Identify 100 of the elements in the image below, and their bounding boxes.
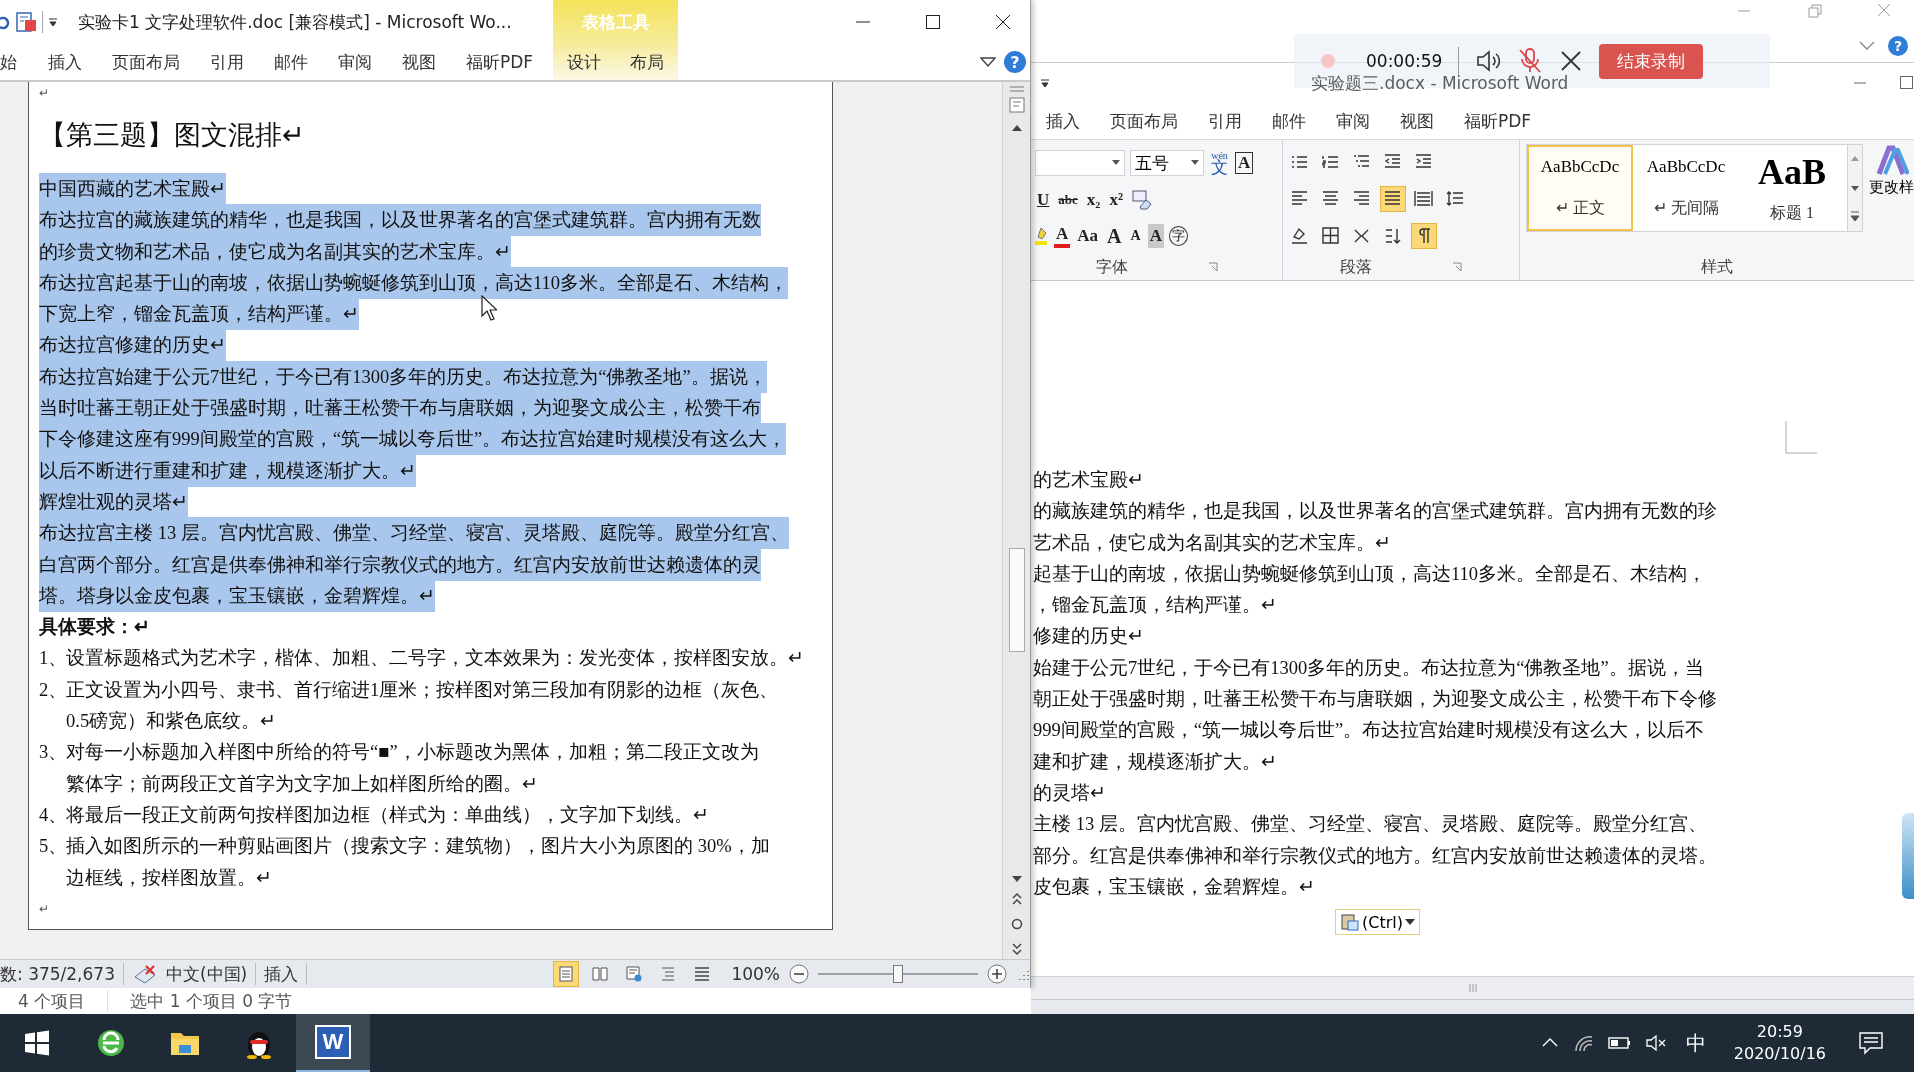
view-icon xyxy=(625,965,644,983)
highlighter-icon[interactable] xyxy=(1035,225,1049,247)
ribbon-tab[interactable]: 页面布局 xyxy=(97,50,195,74)
word-logo: W xyxy=(315,1025,351,1059)
dropdown-icon[interactable] xyxy=(1039,77,1051,89)
ribbon-tab[interactable]: 视图 xyxy=(1385,109,1449,133)
notification-icon[interactable] xyxy=(1858,1031,1884,1055)
ribbon-tab[interactable]: 设计 xyxy=(563,50,606,74)
ribbon-tab[interactable]: 插入 xyxy=(1031,109,1095,133)
chevron-icon[interactable] xyxy=(980,56,996,68)
text-line: 对每一小标题加入样图中所给的符号“■”，小标题改为黑体，加粗；第二段正文改为 xyxy=(66,741,759,765)
style-option[interactable]: AaBbCcDc ↵ 正文 xyxy=(1527,145,1633,231)
microphone-icon[interactable] xyxy=(1517,47,1544,75)
text-line: 插入如图所示的一种剪贴画图片（搜索文字：建筑物），图片大小为原图的 30%，加 xyxy=(66,835,770,859)
insert-mode-status[interactable]: 插入 xyxy=(264,962,299,986)
help-button[interactable]: ? xyxy=(1888,36,1908,56)
list-number: 4、 xyxy=(39,803,66,827)
text-line: 的灵塔↵ xyxy=(1033,782,1106,803)
dialog-launcher-icon[interactable] xyxy=(1207,262,1218,272)
grip-icon[interactable] xyxy=(1467,983,1478,993)
group-label: 字体 xyxy=(1095,256,1128,278)
text-line: 设置标题格式为艺术字，楷体、加粗、二号字，文本效果为：发光变体，按样图安放。↵ xyxy=(66,647,804,671)
ribbon-tab[interactable]: 福昕PDF xyxy=(1449,109,1547,133)
text-line: 艺术品，使它成为名副其实的艺术宝库。↵ xyxy=(1033,532,1391,553)
format-button[interactable]: A xyxy=(1054,224,1071,248)
ribbon-tab[interactable]: 引用 xyxy=(1193,109,1257,133)
speaker-icon[interactable] xyxy=(1475,49,1502,73)
list-number: 5、 xyxy=(39,835,66,859)
text-line: 朝正处于强盛时期，吐蕃王松赞干布与唐联姻，为迎娶文成公主，松赞干布下令修 xyxy=(1033,689,1717,710)
ribbon-tab[interactable]: 邮件 xyxy=(1257,109,1321,133)
format-button[interactable]: A xyxy=(1105,224,1124,248)
input-method-indicator[interactable]: 中 xyxy=(1685,1029,1706,1057)
justify-icon[interactable] xyxy=(1380,186,1407,212)
format-button[interactable]: A xyxy=(1128,224,1143,248)
proofing-icon[interactable] xyxy=(132,963,158,985)
ribbon-tab[interactable]: 插入 xyxy=(33,50,97,74)
document-heading: 【第三题】图文混排↵ xyxy=(39,119,306,152)
ribbon-tab[interactable]: 视图 xyxy=(387,50,451,74)
selection-status: 选中 1 个项目 0 字节 xyxy=(130,989,293,1013)
window-title: 实验题三.docx - Microsoft Word xyxy=(1311,71,1569,95)
dialog-launcher-icon[interactable] xyxy=(1452,262,1463,272)
language-status[interactable]: 中文(中国) xyxy=(166,962,248,986)
battery-icon[interactable] xyxy=(1607,1035,1632,1051)
dropdown-icon[interactable] xyxy=(47,16,59,28)
item-count: 4 个项目 xyxy=(18,989,86,1013)
format-button[interactable]: x² xyxy=(1107,188,1125,212)
recording-timer: 00:00:59 xyxy=(1366,51,1443,71)
format-button[interactable]: A xyxy=(1147,224,1164,248)
view-button[interactable] xyxy=(553,961,580,987)
scroll-thumb[interactable] xyxy=(1008,548,1025,652)
show-marks-icon[interactable] xyxy=(1411,222,1438,249)
zoom-in-icon[interactable] xyxy=(986,963,1008,985)
group-label: 样式 xyxy=(1701,256,1733,278)
ribbon-tab[interactable]: 邮件 xyxy=(259,50,323,74)
font-size-field[interactable]: 五号 xyxy=(1130,150,1204,176)
taskbar-button[interactable]: W xyxy=(296,1014,370,1072)
text-line: 繁体字；前两段正文首字为文字加上如样图所给的圈。↵ xyxy=(66,772,538,796)
eraser-icon[interactable] xyxy=(1130,189,1154,211)
ribbon-tab[interactable]: 福昕PDF xyxy=(451,50,549,74)
text-line: 999间殿堂的宫殿，“筑一城以夸后世”。布达拉宫始建时规模没有这么大，以后不 xyxy=(1033,720,1705,741)
format-button[interactable]: U xyxy=(1035,188,1052,212)
speaker-muted-icon[interactable] xyxy=(1643,1033,1668,1053)
format-button[interactable]: A xyxy=(1235,152,1254,174)
change-styles-button[interactable]: 更改样 xyxy=(1869,144,1914,197)
caret-icon xyxy=(1404,918,1415,926)
help-button[interactable]: ? xyxy=(1004,51,1026,73)
text-line: 始建于公元7世纪，于今已有1300多年的历史。布达拉意为“佛教圣地”。据说，当 xyxy=(1033,657,1704,678)
contextual-group-label: 表格工具 xyxy=(581,10,650,34)
view-icon xyxy=(693,965,712,983)
ribbon-tab[interactable]: 审阅 xyxy=(1321,109,1385,133)
windows-icon xyxy=(24,1030,50,1056)
clock-time[interactable]: 20:59 xyxy=(1756,1021,1803,1043)
format-button[interactable]: x₂ xyxy=(1084,188,1103,212)
slider-handle[interactable] xyxy=(1902,813,1914,899)
text-line: 皮包裹，宝玉镶嵌，金碧辉煌。↵ xyxy=(1033,876,1315,897)
clock-date[interactable]: 2020/10/16 xyxy=(1733,1043,1826,1065)
zoom-out-icon[interactable] xyxy=(788,963,810,985)
list-number: 2、 xyxy=(39,678,66,702)
paste-options-button[interactable]: (Ctrl) xyxy=(1335,909,1420,935)
text-line: 修建的历史↵ xyxy=(1033,626,1144,647)
style-option[interactable]: AaBbCcDc ↵ 无间隔 xyxy=(1633,145,1739,231)
chevron-down-icon[interactable] xyxy=(1858,40,1876,52)
style-option[interactable]: AaB 标题 1 xyxy=(1739,145,1845,231)
zoom-slider-thumb[interactable] xyxy=(893,965,903,983)
close-icon[interactable] xyxy=(1559,49,1584,73)
ribbon-tab[interactable]: 页面布局 xyxy=(1095,109,1193,133)
format-button[interactable]: wén 文 xyxy=(1209,151,1230,175)
cursor-icon xyxy=(481,295,497,321)
stop-recording-button[interactable]: 结束录制 xyxy=(1599,43,1704,79)
document-icon[interactable] xyxy=(14,11,38,33)
format-button[interactable]: Aa xyxy=(1075,224,1101,248)
format-button[interactable]: abc xyxy=(1056,188,1080,212)
text-line: 主楼 13 层。宫内忧宫殿、佛堂、习经堂、寝宫、灵塔殿、庭院等。殿堂分红宫、 xyxy=(1033,814,1707,835)
word-count[interactable]: 数: 375/2,673 xyxy=(0,962,115,986)
ribbon-tab[interactable]: 始 xyxy=(0,50,33,74)
ribbon-tab[interactable]: 审阅 xyxy=(323,50,387,74)
font-name-field[interactable] xyxy=(1035,150,1125,176)
ribbon-tab[interactable]: 引用 xyxy=(195,50,259,74)
ribbon-tab[interactable]: 布局 xyxy=(625,50,668,74)
zoom-level[interactable]: 100% xyxy=(731,964,780,984)
